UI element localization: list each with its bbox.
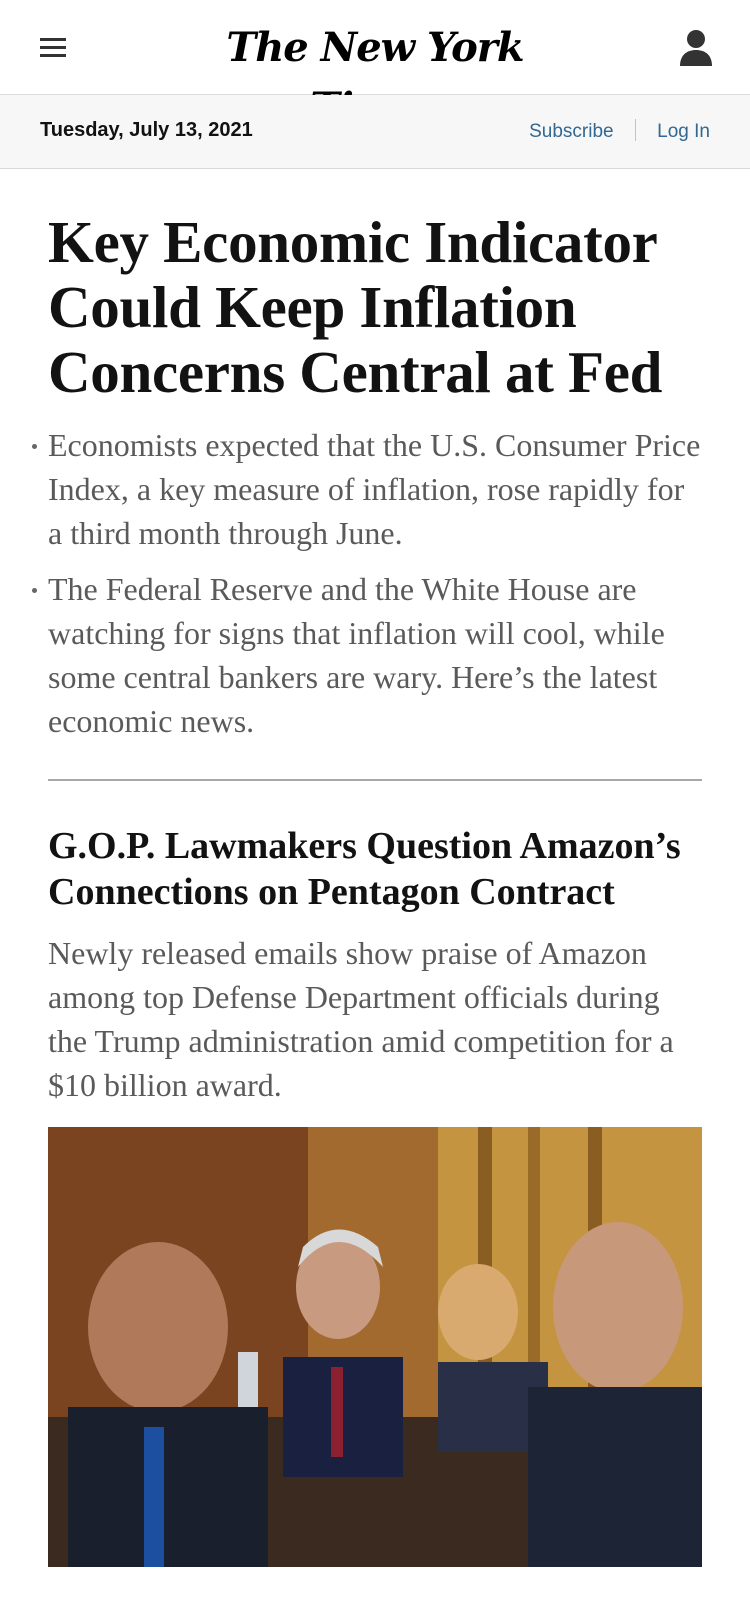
lead-headline[interactable]: Key Economic Indicator Could Keep Inflat… <box>48 210 702 405</box>
auth-divider <box>634 119 636 141</box>
lead-summary-bullet: The Federal Reserve and the White House … <box>32 567 702 743</box>
second-story[interactable]: G.O.P. Lawmakers Question Amazon’s Conne… <box>48 823 702 1567</box>
second-headline[interactable]: G.O.P. Lawmakers Question Amazon’s Conne… <box>48 823 702 915</box>
lead-story[interactable]: Key Economic Indicator Could Keep Inflat… <box>32 210 702 743</box>
login-link[interactable]: Log In <box>657 121 710 142</box>
subscribe-link[interactable]: Subscribe <box>529 121 614 142</box>
story-divider <box>48 779 702 781</box>
main-content: Key Economic Indicator Could Keep Inflat… <box>32 210 702 1567</box>
top-bar: The New York Times <box>0 0 750 131</box>
account-icon[interactable] <box>678 28 714 68</box>
second-summary: Newly released emails show praise of Ama… <box>48 935 674 1103</box>
current-date: Tuesday, July 13, 2021 <box>40 119 253 141</box>
nyt-logo[interactable]: The New York Times <box>160 18 590 131</box>
auth-links: Subscribe Log In <box>529 119 710 143</box>
lead-summary-bullet: Economists expected that the U.S. Consum… <box>32 423 702 555</box>
hamburger-menu-icon[interactable] <box>38 36 70 62</box>
date-bar: Tuesday, July 13, 2021 Subscribe Log In <box>0 95 750 169</box>
lead-summary-list: Economists expected that the U.S. Consum… <box>32 423 702 743</box>
story-photo[interactable] <box>48 1127 702 1567</box>
